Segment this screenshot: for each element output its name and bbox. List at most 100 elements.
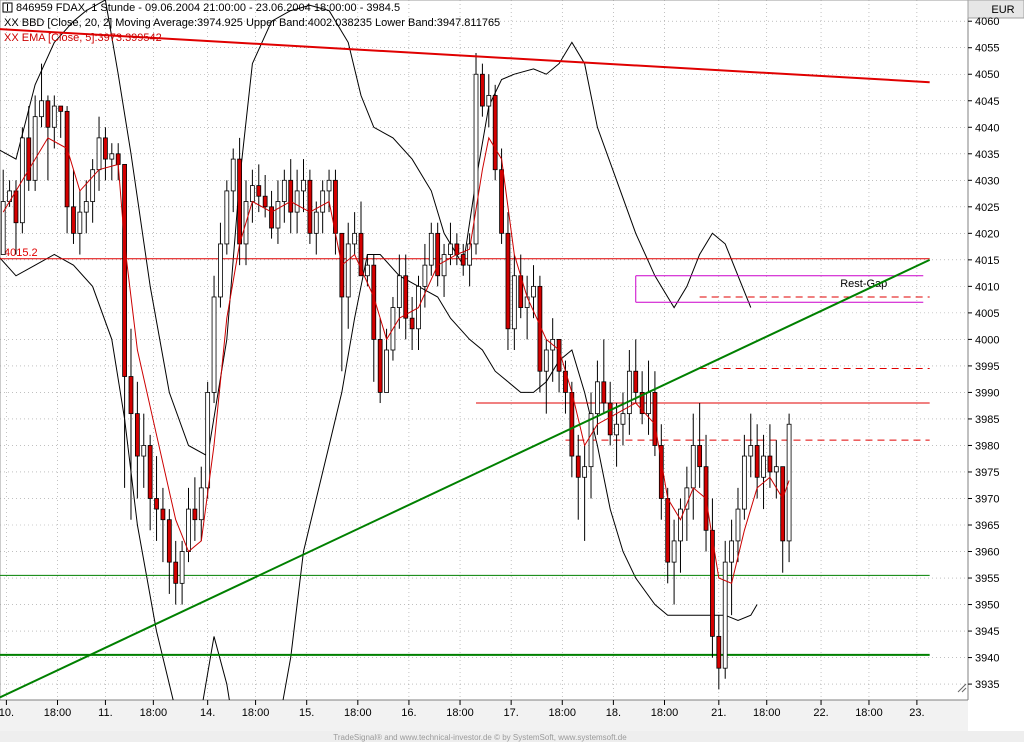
x-tick-label: 18:00 — [549, 707, 577, 719]
y-tick-label: 3995 — [975, 361, 999, 373]
y-tick-label: 3945 — [975, 626, 999, 638]
candle-body — [384, 349, 389, 393]
x-tick-label: 17. — [504, 707, 519, 719]
y-tick-label: 4040 — [975, 122, 999, 134]
candle-body — [365, 264, 370, 277]
candle-body — [147, 445, 153, 499]
candle-body — [633, 370, 639, 393]
candle-body — [301, 179, 306, 192]
candle-body — [32, 116, 38, 181]
candle-body — [697, 445, 703, 468]
x-tick-label: 18:00 — [753, 707, 781, 719]
candle-body — [524, 296, 530, 308]
candle-body — [71, 206, 76, 234]
y-tick-label: 3965 — [975, 520, 999, 532]
x-tick-label: 18:00 — [855, 707, 883, 719]
candle-body — [582, 466, 588, 478]
candle-body — [428, 232, 434, 266]
chart: EUR TradeSignal® and www.technical-inves… — [0, 0, 1024, 742]
y-tick-label: 3960 — [975, 547, 999, 559]
candle-body — [460, 254, 466, 266]
candle-body — [103, 137, 108, 160]
candle-body — [403, 275, 409, 319]
candle-body — [499, 169, 504, 234]
candle-body — [122, 163, 127, 377]
candle-body — [154, 498, 159, 510]
candle-body — [601, 381, 607, 404]
candle-body — [326, 179, 332, 192]
x-tick-label: 18. — [606, 707, 621, 719]
x-tick-label: 11. — [98, 707, 112, 719]
candle-body — [671, 540, 677, 563]
candle-body — [786, 423, 792, 542]
candle-body — [678, 508, 683, 542]
candle-body — [250, 185, 255, 202]
candle-body — [288, 179, 294, 213]
candle-body — [345, 243, 351, 298]
candle-body — [186, 508, 191, 552]
candle-body — [454, 243, 460, 255]
candle-body — [352, 232, 357, 245]
candle-body — [652, 392, 658, 446]
candle-body — [505, 232, 511, 330]
candle-body — [160, 508, 166, 521]
y-tick-label: 4050 — [975, 69, 999, 81]
candle-body — [198, 487, 204, 521]
candle-body — [205, 392, 211, 489]
candle-body — [192, 508, 198, 521]
candle-body — [166, 519, 172, 563]
candle-body — [665, 498, 671, 563]
candle-body — [13, 190, 19, 224]
candle-body — [767, 455, 773, 473]
candle-body — [96, 137, 102, 171]
candle-body — [620, 413, 626, 425]
candle-body — [722, 561, 728, 669]
candle-body — [531, 285, 536, 298]
y-tick-label: 3950 — [975, 600, 999, 612]
candle-body — [729, 540, 734, 563]
candle-body — [173, 561, 179, 584]
candle-body — [45, 100, 51, 128]
candle-body — [26, 137, 32, 181]
header-ema: XX EMA [Close, 5]:3973.399542 — [4, 32, 162, 44]
header-bbd: XX BBD [Close, 20, 2] Moving Average:397… — [4, 17, 500, 29]
y-tick-label: 4010 — [975, 281, 999, 293]
x-tick-label: 16. — [401, 707, 416, 719]
y-tick-label: 4000 — [975, 334, 999, 346]
candle-body — [441, 254, 447, 277]
x-tick-label: 15. — [299, 707, 314, 719]
x-tick-label: 18:00 — [446, 707, 474, 719]
y-tick-label: 4035 — [975, 149, 999, 161]
candle-body — [58, 105, 64, 112]
candle-body — [109, 153, 115, 160]
candle-body — [377, 338, 383, 393]
candle-body — [237, 158, 242, 245]
x-tick-label: 14. — [200, 707, 215, 719]
candle-body — [179, 551, 185, 584]
y-tick-label: 4055 — [975, 43, 999, 55]
candle-body — [262, 195, 268, 208]
candle-body — [64, 110, 70, 208]
candle-body — [281, 179, 287, 202]
candle-body — [480, 73, 485, 107]
candle-body — [307, 179, 313, 234]
candle-body — [396, 275, 402, 308]
candle-body — [748, 445, 754, 457]
candle-body — [741, 455, 747, 510]
currency-label: EUR — [991, 4, 1014, 16]
y-tick-label: 4025 — [975, 202, 999, 214]
y-tick-label: 3970 — [975, 493, 999, 505]
candle-body — [595, 381, 600, 415]
y-tick-label: 4005 — [975, 308, 999, 320]
candle-body — [141, 445, 147, 457]
x-tick-label: 23. — [909, 707, 924, 719]
candle-body — [646, 392, 651, 415]
candle-body — [313, 211, 319, 234]
candle-body — [773, 466, 779, 473]
candle-body — [128, 376, 134, 415]
y-tick-label: 3935 — [975, 679, 999, 691]
candle-body — [320, 190, 326, 213]
candle-body — [543, 349, 549, 372]
level-label: 4015.2 — [4, 247, 38, 259]
candle-body — [492, 95, 498, 171]
